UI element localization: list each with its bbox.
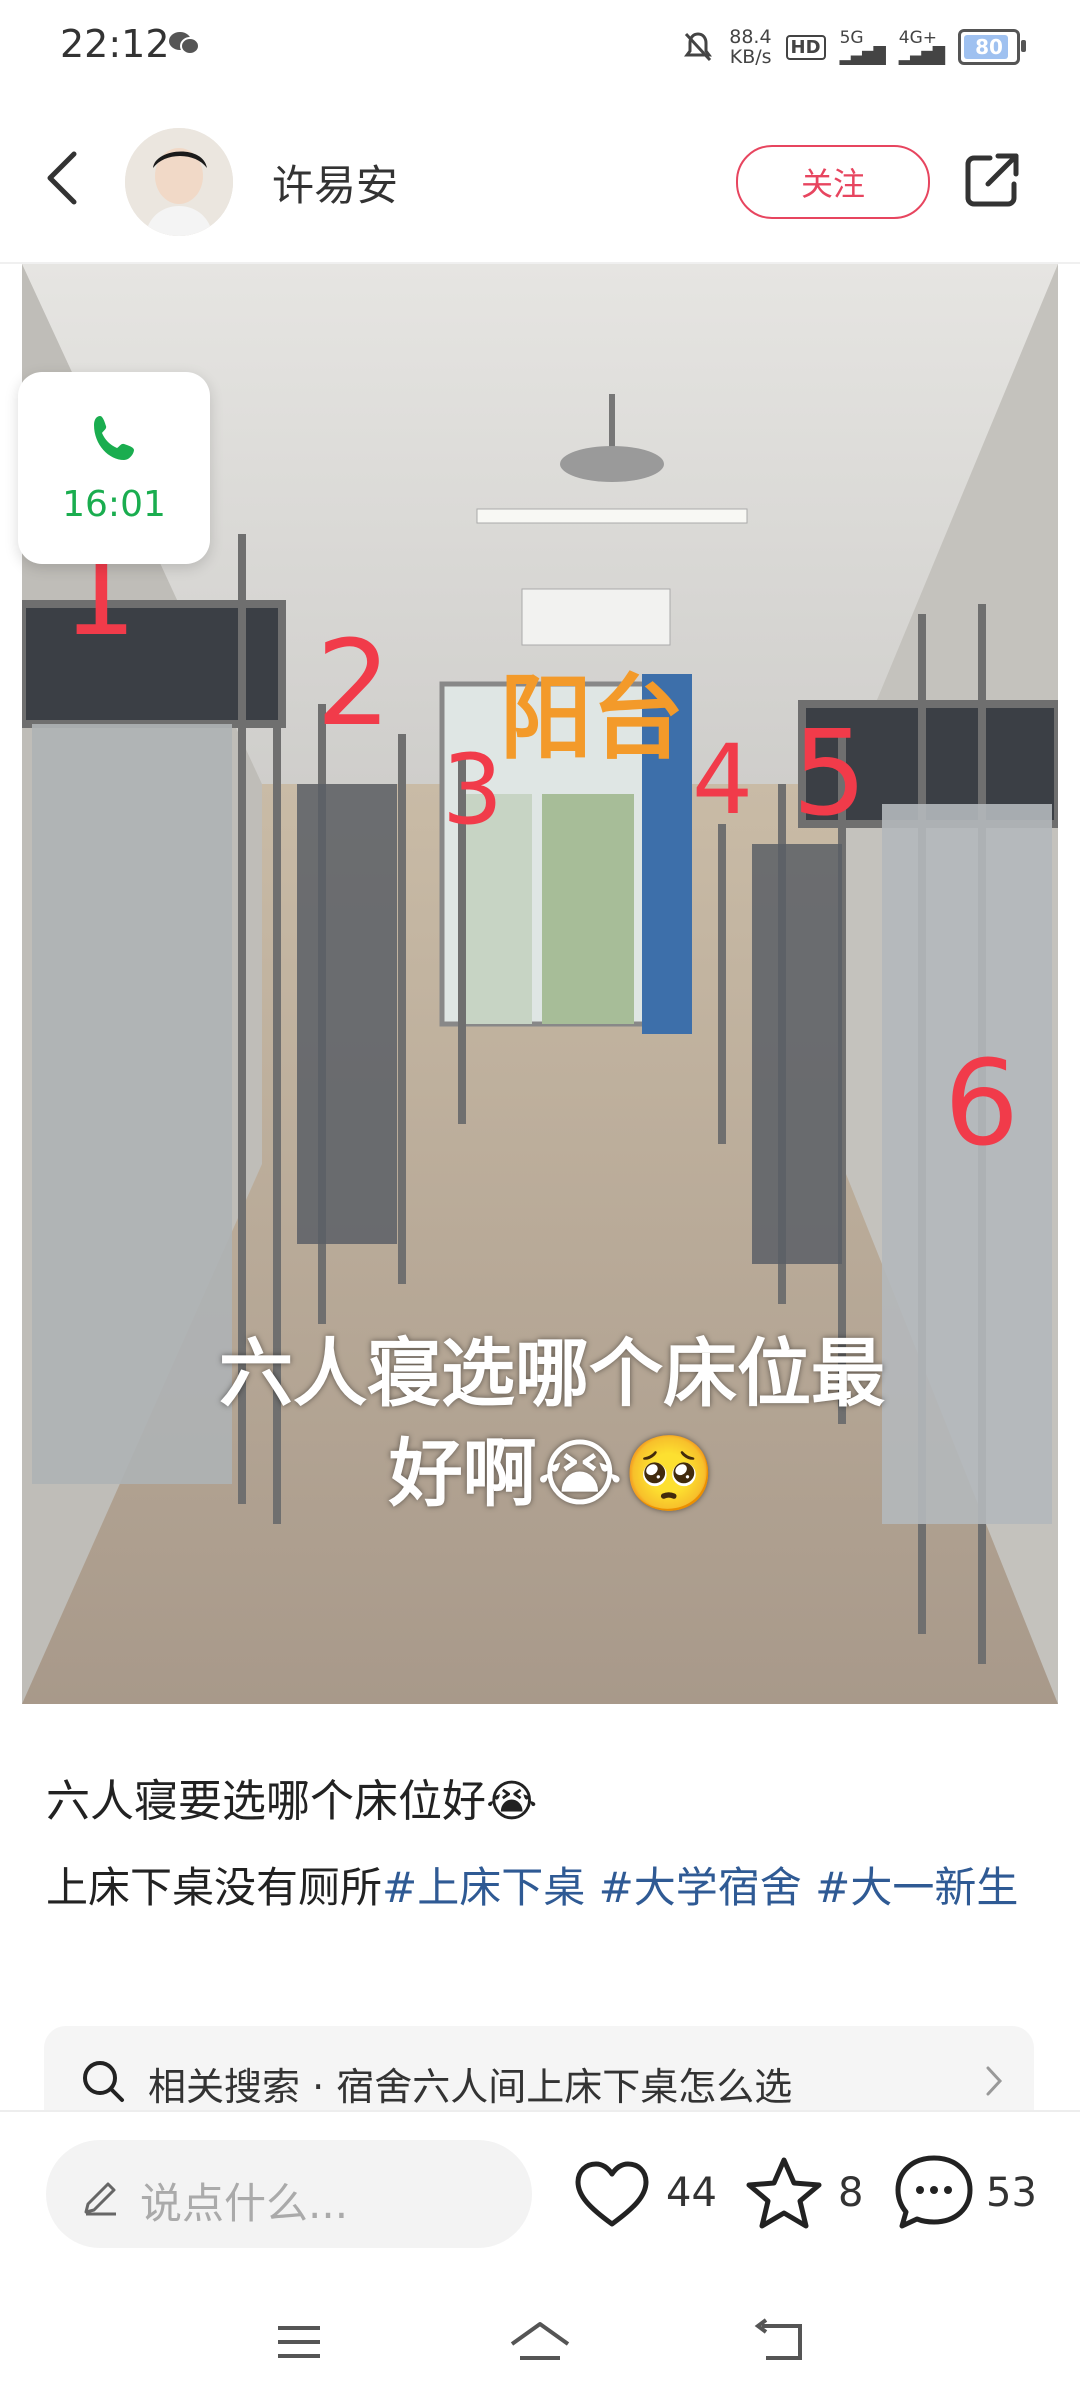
bed-number-4: 4	[692, 724, 754, 836]
signal-4g-icon: 4G+ ▂▄▆█	[898, 28, 945, 65]
comment-placeholder: 说点什么...	[140, 2179, 349, 2228]
search-icon	[83, 2061, 124, 2102]
bed-number-5: 5	[792, 704, 868, 842]
mute-icon	[684, 32, 713, 62]
signal-4g-label: 4G+	[898, 28, 938, 48]
like-count: 44	[666, 2170, 717, 2216]
status-time: 22:12	[60, 22, 170, 66]
author-name[interactable]: 许易安	[272, 152, 398, 213]
home-icon[interactable]	[508, 2318, 572, 2366]
hashtag-2[interactable]: #大学宿舍	[599, 1863, 802, 1912]
chevron-right-icon	[986, 2066, 1003, 2096]
menu-icon[interactable]	[274, 2322, 324, 2362]
back-nav-icon[interactable]	[752, 2318, 808, 2366]
pencil-icon	[84, 2182, 116, 2216]
author-avatar[interactable]	[125, 128, 233, 236]
hd-icon: HD	[785, 34, 826, 60]
hashtag-3[interactable]: #大一新生	[815, 1863, 1018, 1912]
signal-5g-label: 5G	[839, 28, 864, 48]
call-duration: 16:01	[62, 484, 166, 525]
phone-icon	[94, 416, 134, 460]
image-caption-line1: 六人寝选哪个床位最	[219, 1331, 885, 1417]
image-caption-line2: 好啊😭🥺	[388, 1431, 716, 1517]
status-icons: 88.4 KB/s HD 5G ▂▄▆█ 4G+ ▂▄▆█ 80	[681, 22, 1026, 72]
share-icon[interactable]	[960, 148, 1024, 212]
like-icon[interactable]	[572, 2158, 652, 2230]
post-description: 上床下桌没有厕所#上床下桌 #大学宿舍 #大一新生	[46, 1855, 1046, 1921]
signal-5g-icon: 5G ▂▄▆█	[839, 28, 886, 65]
favorite-star-icon[interactable]	[744, 2154, 824, 2232]
network-speed: 88.4 KB/s	[729, 26, 772, 68]
back-icon[interactable]	[38, 146, 90, 210]
battery-icon: 80	[958, 29, 1026, 65]
call-bubble[interactable]: 16:01	[18, 372, 210, 564]
follow-button[interactable]: 关注	[736, 145, 930, 219]
post-title: 六人寝要选哪个床位好😭	[46, 1776, 538, 1827]
bed-number-3: 3	[442, 734, 504, 846]
post-desc-text: 上床下桌没有厕所	[46, 1863, 383, 1912]
comment-icon[interactable]	[892, 2152, 976, 2232]
comment-count: 53	[986, 2170, 1037, 2216]
hashtag-1[interactable]: #上床下桌	[382, 1863, 585, 1912]
bed-number-6: 6	[944, 1034, 1020, 1172]
comment-input[interactable]: 说点什么...	[46, 2140, 532, 2248]
favorite-count: 8	[838, 2170, 864, 2216]
wechat-icon	[169, 32, 200, 55]
balcony-label: 阳台	[500, 665, 685, 772]
bottom-bar-divider	[0, 2110, 1080, 2112]
related-search-text: 相关搜索 · 宿舍六人间上床下桌怎么选	[148, 2065, 793, 2109]
bed-number-2: 2	[316, 614, 392, 752]
battery-level: 80	[975, 35, 1003, 59]
